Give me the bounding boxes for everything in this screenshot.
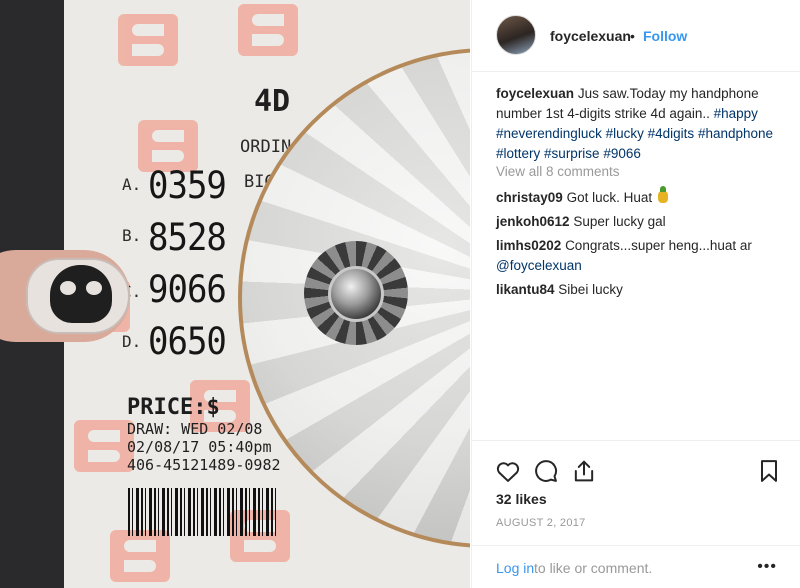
comment-text: Sibei lucky xyxy=(558,282,623,297)
ticket-price: PRICE:$ xyxy=(127,395,220,420)
ticket-row-number: 0359 xyxy=(148,164,227,208)
ticket-row-letter: A. xyxy=(122,175,142,194)
header-username[interactable]: foycelexuan xyxy=(550,28,631,44)
likes-count[interactable]: 32 likes xyxy=(496,491,547,507)
comment-text: Congrats...super heng...huat ar xyxy=(565,238,752,253)
login-bar: Log in to like or comment. ••• xyxy=(472,545,800,588)
ticket-row-number: 8528 xyxy=(148,216,227,260)
hashtag-link[interactable]: #9066 xyxy=(603,146,641,161)
view-all-comments-link[interactable]: View all 8 comments xyxy=(496,164,620,179)
avatar[interactable] xyxy=(496,15,536,55)
caption-username[interactable]: foycelexuan xyxy=(496,86,574,101)
pools-logo xyxy=(112,4,204,82)
share-icon[interactable] xyxy=(570,457,598,485)
login-link[interactable]: Log in xyxy=(496,560,534,576)
comment-username[interactable]: jenkoh0612 xyxy=(496,214,570,229)
hashtag-link[interactable]: #surprise xyxy=(544,146,600,161)
comment-icon[interactable] xyxy=(532,457,560,485)
post-actions: 32 likes AUGUST 2, 2017 Log in to like o… xyxy=(472,440,800,588)
pineapple-icon xyxy=(657,186,668,203)
more-options-button[interactable]: ••• xyxy=(757,558,777,576)
comment-text: Got luck. Huat xyxy=(566,190,653,205)
comment: jenkoh0612 Super lucky gal xyxy=(496,212,786,232)
ornament-center xyxy=(328,266,384,322)
post-photo[interactable]: 4D ORDINA A. 0359 BIG B. 8528 C. 9066 D.… xyxy=(0,0,470,588)
ticket-serial-line: 406-45121489-0982 xyxy=(127,456,281,474)
ticket-date-line: 02/08/17 05:40pm xyxy=(127,438,272,456)
pools-logo xyxy=(232,0,324,72)
hashtag-link[interactable]: #happy xyxy=(714,106,758,121)
barcode xyxy=(128,488,278,536)
ticket-row-letter: D. xyxy=(122,332,142,351)
post-caption: foycelexuan Jus saw.Today my handphone n… xyxy=(496,84,786,164)
login-prompt-text: to like or comment. xyxy=(534,560,653,576)
follow-button[interactable]: Follow xyxy=(643,28,687,44)
bookmark-icon[interactable] xyxy=(755,457,783,485)
post-date: AUGUST 2, 2017 xyxy=(496,517,586,529)
skull-nail-decoration xyxy=(50,265,112,323)
separator-dot: • xyxy=(630,28,635,44)
ticket-row-letter: B. xyxy=(122,226,142,245)
post-sidebar: foycelexuan • Follow foycelexuan Jus saw… xyxy=(471,0,800,588)
comment-username[interactable]: likantu84 xyxy=(496,282,555,297)
ticket-row-number: 9066 xyxy=(148,268,227,312)
hashtag-link[interactable]: #handphone xyxy=(698,126,773,141)
comment-username[interactable]: christay09 xyxy=(496,190,563,205)
hashtag-link[interactable]: #lucky xyxy=(606,126,644,141)
hashtag-link[interactable]: #4digits xyxy=(648,126,695,141)
ticket-draw-line: DRAW: WED 02/08 xyxy=(127,420,263,438)
hashtag-link[interactable]: #neverendingluck xyxy=(496,126,602,141)
heart-icon[interactable] xyxy=(494,457,522,485)
comment-username[interactable]: limhs0202 xyxy=(496,238,561,253)
comment: limhs0202 Congrats...super heng...huat a… xyxy=(496,236,786,276)
comment: likantu84 Sibei lucky xyxy=(496,280,786,300)
hashtag-link[interactable]: #lottery xyxy=(496,146,540,161)
ticket-title: 4D xyxy=(254,84,291,119)
comment: christay09 Got luck. Huat xyxy=(496,186,786,208)
ticket-row-number: 0650 xyxy=(148,320,227,364)
comment-text: Super lucky gal xyxy=(573,214,666,229)
post-header: foycelexuan • Follow xyxy=(472,0,800,72)
comment-mention[interactable]: @foycelexuan xyxy=(496,258,582,273)
